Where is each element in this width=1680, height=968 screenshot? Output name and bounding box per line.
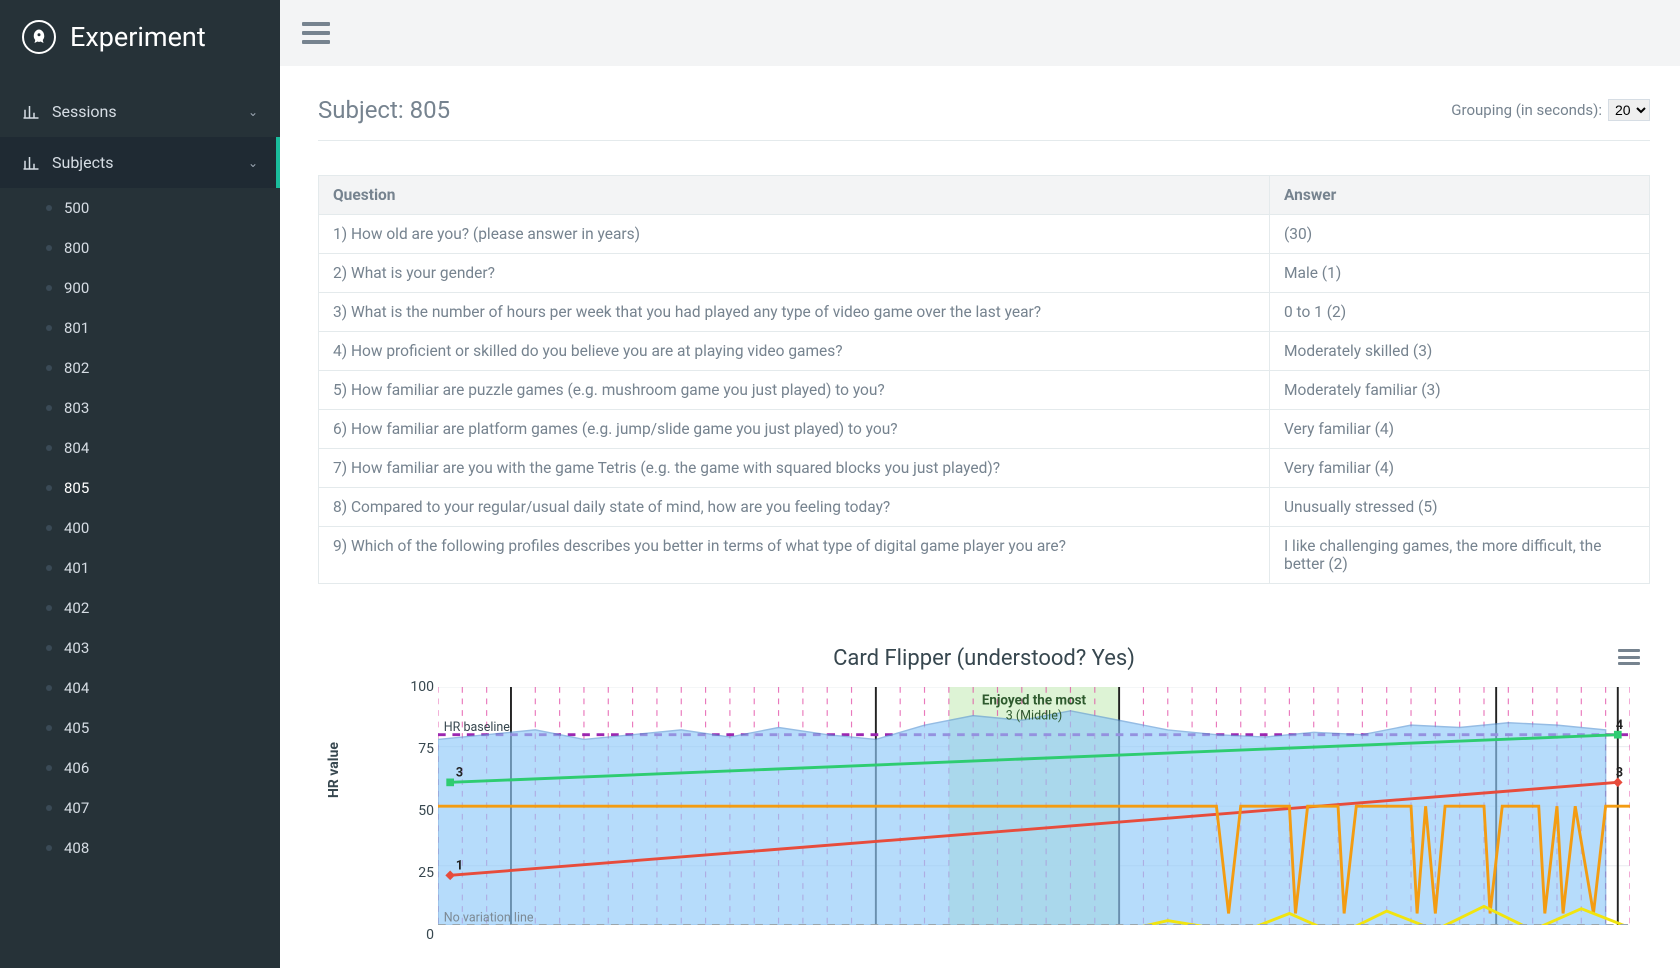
ytick: 75 (378, 741, 434, 757)
ytick: 0 (378, 927, 434, 943)
svg-text:4: 4 (1616, 718, 1623, 733)
nav: Sessions ⌄ Subjects ⌄ 500800900801802803… (0, 76, 280, 868)
grouping-label: Grouping (in seconds): (1451, 101, 1602, 119)
sidebar-subject-407[interactable]: 407 (16, 788, 280, 828)
brand: Experiment (0, 0, 280, 76)
question-cell: 1) How old are you? (please answer in ye… (319, 215, 1270, 254)
grouping-control: Grouping (in seconds): 20 (1451, 99, 1650, 121)
brand-title: Experiment (70, 21, 206, 53)
menu-toggle[interactable] (302, 22, 330, 44)
ytick: 100 (378, 679, 434, 695)
subjects-list: 5008009008018028038048054004014024034044… (0, 188, 280, 868)
svg-text:3: 3 (456, 766, 463, 781)
svg-text:3: 3 (1616, 766, 1623, 781)
page-header: Subject: 805 Grouping (in seconds): 20 (318, 96, 1650, 141)
ytick: 25 (378, 865, 434, 881)
question-cell: 5) How familiar are puzzle games (e.g. m… (319, 371, 1270, 410)
table-row: 8) Compared to your regular/usual daily … (319, 488, 1650, 527)
grouping-select[interactable]: 20 (1608, 99, 1650, 121)
svg-text:HR baseline: HR baseline (444, 720, 511, 735)
answer-cell: 0 to 1 (2) (1270, 293, 1650, 332)
answer-cell: Moderately familiar (3) (1270, 371, 1650, 410)
bar-chart-icon (22, 103, 40, 121)
table-row: 6) How familiar are platform games (e.g.… (319, 410, 1650, 449)
answer-cell: Male (1) (1270, 254, 1650, 293)
page-title: Subject: 805 (318, 96, 450, 124)
table-row: 1) How old are you? (please answer in ye… (319, 215, 1650, 254)
answer-cell: Very familiar (4) (1270, 449, 1650, 488)
sidebar-subject-402[interactable]: 402 (16, 588, 280, 628)
question-cell: 7) How familiar are you with the game Te… (319, 449, 1270, 488)
answer-cell: I like challenging games, the more diffi… (1270, 527, 1650, 584)
ytick: 50 (378, 803, 434, 819)
sidebar-subject-401[interactable]: 401 (16, 548, 280, 588)
topbar (280, 0, 1680, 66)
table-header-row: Question Answer (319, 176, 1650, 215)
question-cell: 3) What is the number of hours per week … (319, 293, 1270, 332)
table-row: 5) How familiar are puzzle games (e.g. m… (319, 371, 1650, 410)
main: Subject: 805 Grouping (in seconds): 20 Q… (280, 0, 1680, 968)
sidebar-subject-408[interactable]: 408 (16, 828, 280, 868)
table-row: 9) Which of the following profiles descr… (319, 527, 1650, 584)
rocket-icon (22, 20, 56, 54)
sidebar-subject-805[interactable]: 805 (16, 468, 280, 508)
nav-subjects-label: Subjects (52, 153, 113, 172)
nav-sessions[interactable]: Sessions ⌄ (0, 86, 280, 137)
bar-chart-icon (22, 154, 40, 172)
content: Subject: 805 Grouping (in seconds): 20 Q… (280, 66, 1680, 968)
col-question: Question (319, 176, 1270, 215)
sidebar-subject-400[interactable]: 400 (16, 508, 280, 548)
table-row: 4) How proficient or skilled do you beli… (319, 332, 1650, 371)
sidebar-subject-403[interactable]: 403 (16, 628, 280, 668)
question-cell: 9) Which of the following profiles descr… (319, 527, 1270, 584)
answer-cell: (30) (1270, 215, 1650, 254)
chevron-down-icon: ⌄ (248, 105, 258, 119)
table-row: 3) What is the number of hours per week … (319, 293, 1650, 332)
svg-text:3 (Middle): 3 (Middle) (1006, 709, 1062, 724)
question-cell: 8) Compared to your regular/usual daily … (319, 488, 1270, 527)
col-answer: Answer (1270, 176, 1650, 215)
nav-sessions-label: Sessions (52, 102, 117, 121)
sidebar-subject-405[interactable]: 405 (16, 708, 280, 748)
answer-cell: Unusually stressed (5) (1270, 488, 1650, 527)
chart-plot: 3 1 4 3 HR baseline No variation line Enjoyed … (438, 687, 1630, 925)
sidebar-subject-800[interactable]: 800 (16, 228, 280, 268)
chart-body: HR value 0255075100 3143HR baselineNo va… (378, 687, 1630, 965)
chart: Card Flipper (understood? Yes) HR value … (318, 646, 1650, 965)
nav-subjects[interactable]: Subjects ⌄ (0, 137, 280, 188)
answer-cell: Moderately skilled (3) (1270, 332, 1650, 371)
sidebar-subject-802[interactable]: 802 (16, 348, 280, 388)
sidebar-subject-803[interactable]: 803 (16, 388, 280, 428)
sidebar-subject-900[interactable]: 900 (16, 268, 280, 308)
chevron-down-icon: ⌄ (248, 156, 258, 170)
svg-text:Enjoyed the most: Enjoyed the most (982, 693, 1087, 708)
chart-ylabel: HR value (326, 742, 342, 798)
sidebar-subject-804[interactable]: 804 (16, 428, 280, 468)
chart-menu-icon[interactable] (1618, 646, 1640, 668)
answer-cell: Very familiar (4) (1270, 410, 1650, 449)
svg-text:1: 1 (456, 859, 463, 874)
table-row: 7) How familiar are you with the game Te… (319, 449, 1650, 488)
sidebar-subject-406[interactable]: 406 (16, 748, 280, 788)
sidebar: Experiment Sessions ⌄ Subjects ⌄ 5008009… (0, 0, 280, 968)
question-cell: 4) How proficient or skilled do you beli… (319, 332, 1270, 371)
qa-table: Question Answer 1) How old are you? (ple… (318, 175, 1650, 584)
question-cell: 6) How familiar are platform games (e.g.… (319, 410, 1270, 449)
svg-text:No variation line: No variation line (444, 911, 534, 926)
table-row: 2) What is your gender?Male (1) (319, 254, 1650, 293)
sidebar-subject-801[interactable]: 801 (16, 308, 280, 348)
question-cell: 2) What is your gender? (319, 254, 1270, 293)
sidebar-subject-500[interactable]: 500 (16, 188, 280, 228)
sidebar-subject-404[interactable]: 404 (16, 668, 280, 708)
chart-title: Card Flipper (understood? Yes) (318, 646, 1650, 671)
